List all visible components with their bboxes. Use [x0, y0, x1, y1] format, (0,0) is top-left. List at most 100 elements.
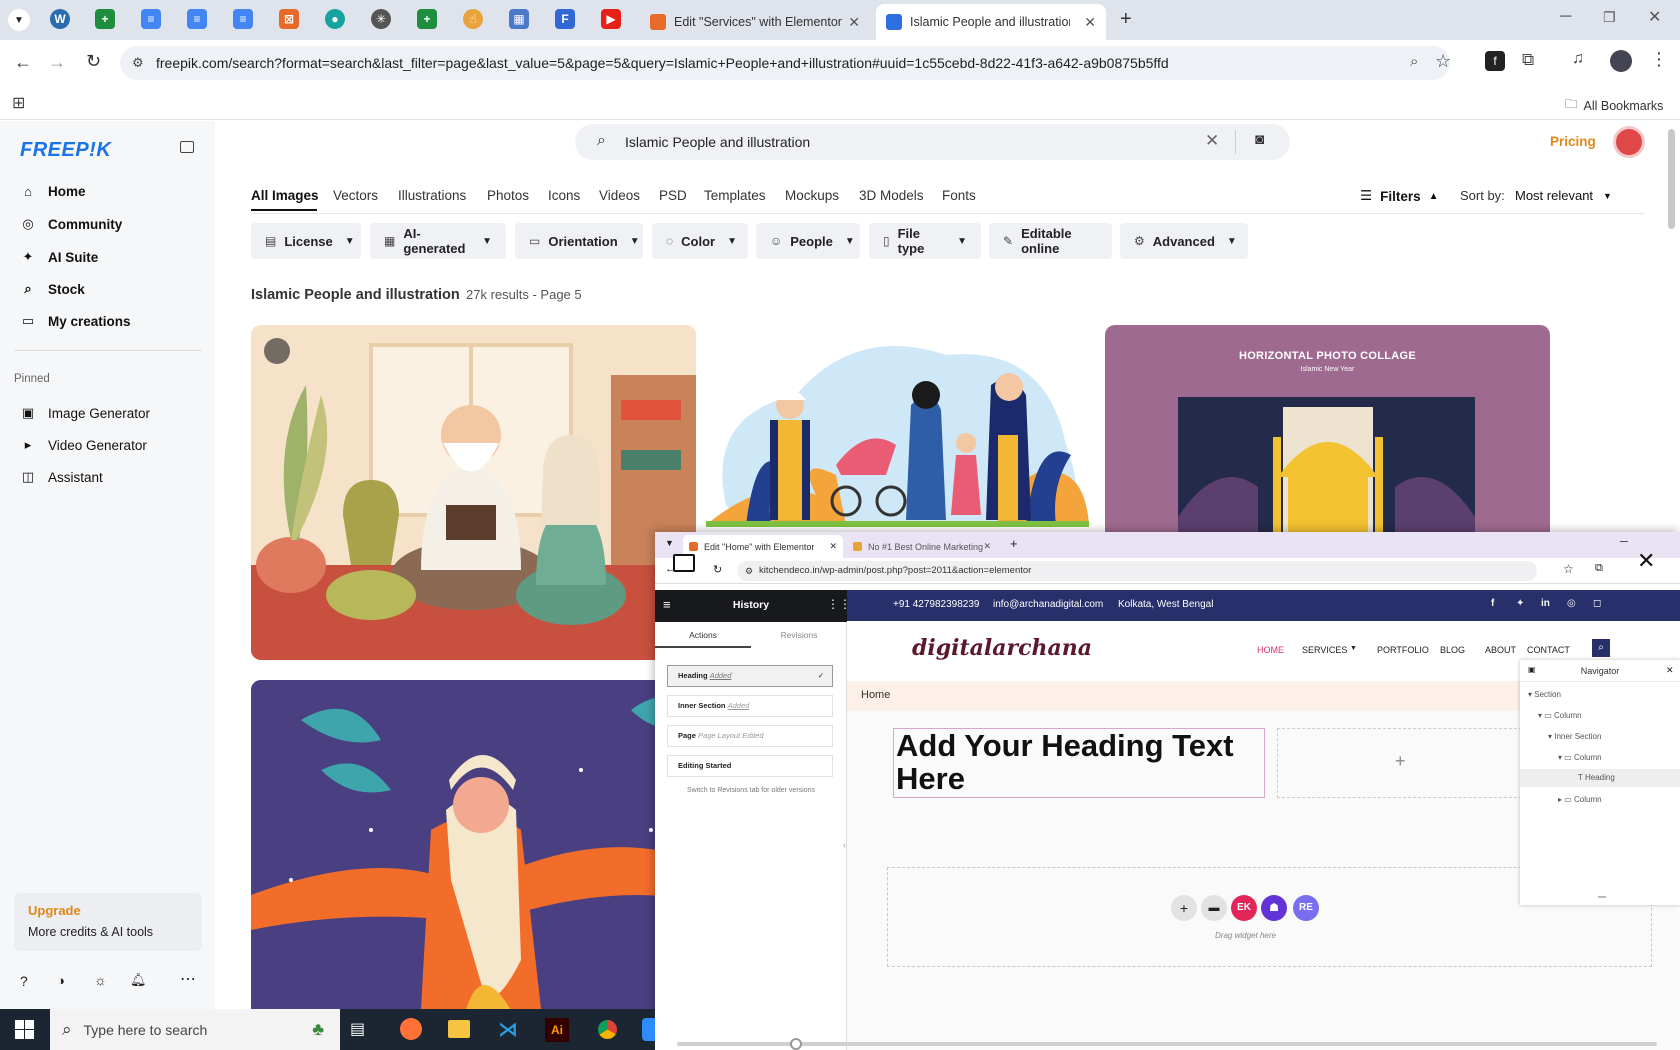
menu-portfolio[interactable]: PORTFOLIO [1377, 645, 1429, 655]
pinned-tab-app-icon[interactable]: ● [325, 9, 345, 29]
extensions-icon[interactable]: ⧉ [1595, 562, 1603, 575]
pip-toggle-icon[interactable] [673, 554, 695, 572]
overlay-tab-search-icon[interactable]: ▼ [665, 538, 674, 548]
pinned-tab-openai-icon[interactable]: ✳ [371, 9, 391, 29]
task-view-icon[interactable]: ▤ [350, 1019, 365, 1039]
royal-elementor-icon[interactable]: RE [1293, 895, 1319, 921]
menu-contact[interactable]: CONTACT [1527, 645, 1570, 655]
seek-bar-knob[interactable] [790, 1038, 802, 1050]
pinned-tab-docs-icon[interactable]: ≡ [187, 9, 207, 29]
filter-ai-generated[interactable]: ▦ AI-generated ▼ [370, 223, 506, 259]
tab-search-button[interactable]: ▼ [8, 9, 30, 31]
pinned-tab-elementor-icon[interactable]: ⊠ [279, 9, 299, 29]
panel-collapse-handle[interactable]: ‹ [843, 840, 846, 850]
tab-photos[interactable]: Photos [487, 188, 529, 203]
close-tab-icon[interactable]: ✕ [1084, 14, 1096, 31]
sidebar-item-video-generator[interactable]: ▸ Video Generator [20, 437, 147, 453]
illustrator-icon[interactable]: Ai [545, 1018, 569, 1042]
site-logo[interactable]: digitalarchana [912, 635, 1092, 661]
navigator-item-section[interactable]: ▾ Section [1528, 690, 1561, 699]
theme-sun-icon[interactable]: ☼ [94, 972, 107, 988]
bookmark-star-icon[interactable]: ☆ [1435, 51, 1451, 72]
sidebar-item-community[interactable]: ◎ Community [20, 216, 122, 232]
camera-search-icon[interactable]: ◙ [1255, 131, 1264, 148]
facebook-icon[interactable]: f [1491, 598, 1494, 609]
taskbar-search-box[interactable]: ⌕ Type here to search ♣ [50, 1009, 340, 1050]
new-tab-button[interactable]: + [1120, 8, 1132, 31]
browser-menu-icon[interactable]: ⋮ [1650, 49, 1668, 70]
add-widget-plus-icon[interactable]: + [1395, 751, 1406, 772]
template-library-folder-icon[interactable]: ▬ [1201, 895, 1227, 921]
tab-freepik-search[interactable]: Islamic People and illustration ✕ [876, 4, 1106, 40]
filter-color[interactable]: ◌ Color ▼ [652, 223, 748, 259]
windows-start-icon[interactable] [15, 1020, 34, 1039]
history-item-heading[interactable]: Heading Added ✓ [667, 665, 833, 687]
overlay-address-bar[interactable]: ⚙ kitchendeco.in/wp-admin/post.php?post=… [737, 561, 1537, 581]
zoom-app-icon[interactable] [642, 1018, 655, 1041]
reload-button[interactable]: ↻ [713, 563, 722, 576]
filter-people[interactable]: ☺ People ▼ [756, 223, 860, 259]
pinned-tab-sheets-icon[interactable]: + [417, 9, 437, 29]
file-explorer-icon[interactable] [448, 1020, 470, 1038]
panel-tab-revisions[interactable]: Revisions [751, 630, 847, 640]
sidebar-item-my-creations[interactable]: ▭ My creations [20, 313, 131, 329]
history-item-inner-section[interactable]: Inner Section Added [667, 695, 833, 717]
navigator-resize-handle[interactable] [1598, 896, 1606, 898]
navigator-item-column[interactable]: ▾ ▭ Column [1558, 753, 1602, 762]
close-tab-icon[interactable]: ✕ [983, 541, 991, 552]
address-bar[interactable]: ⚙ freepik.com/search?format=search&last_… [120, 46, 1450, 80]
tab-fonts[interactable]: Fonts [942, 188, 976, 203]
history-item-editing-started[interactable]: Editing Started [667, 755, 833, 777]
result-image-family-reading[interactable] [251, 325, 696, 660]
close-overlay-button[interactable]: ✕ [1637, 550, 1661, 574]
navigator-item-inner-section[interactable]: ▾ Inner Section [1548, 732, 1601, 741]
sidebar-item-assistant[interactable]: ◫ Assistant [20, 469, 103, 485]
instagram-icon[interactable]: ◻ [1593, 598, 1601, 609]
new-tab-button[interactable]: + [1010, 536, 1018, 551]
search-bar[interactable]: ⌕ ✕ ◙ [575, 124, 1290, 160]
chrome-icon[interactable] [596, 1018, 619, 1041]
collapse-sidebar-icon[interactable] [180, 141, 194, 153]
pinned-tab-wordpress-icon[interactable]: W [50, 9, 70, 29]
heading-widget[interactable]: Add Your Heading Text Here [893, 728, 1265, 798]
close-window-button[interactable]: ✕ [1648, 7, 1661, 27]
empty-column[interactable]: + [1277, 728, 1527, 798]
tab-mockups[interactable]: Mockups [785, 188, 839, 203]
apps-grid-icon[interactable]: ⊞ [12, 93, 25, 113]
help-icon[interactable]: ? [20, 973, 28, 989]
site-search-button[interactable]: ⌕ [1592, 639, 1610, 657]
forward-button[interactable]: → [48, 52, 66, 73]
notifications-bell-icon[interactable]: 🔔︎ [130, 972, 147, 988]
extensions-puzzle-icon[interactable]: ⧉ [1522, 50, 1534, 70]
reload-button[interactable]: ↻ [86, 51, 101, 72]
search-input[interactable] [625, 130, 1165, 154]
pinned-tab-docs-icon[interactable]: ≡ [233, 9, 253, 29]
menu-about[interactable]: ABOUT [1485, 645, 1516, 655]
filter-orientation[interactable]: ▭ Orientation ▼ [515, 223, 643, 259]
minimize-window-button[interactable]: ─ [1620, 536, 1628, 548]
tab-psd[interactable]: PSD [659, 188, 687, 203]
sort-dropdown[interactable]: Most relevant ▼ [1515, 188, 1612, 203]
site-info-icon[interactable]: ⚙ [745, 561, 753, 581]
overlay-tab-marketing[interactable]: No #1 Best Online Marketing A ✕ [847, 535, 997, 558]
close-navigator-icon[interactable]: ✕ [1666, 665, 1674, 676]
tab-all-images[interactable]: All Images [251, 188, 319, 203]
filter-advanced[interactable]: ⚙ Advanced ▼ [1120, 223, 1248, 259]
tab-elementor-services[interactable]: Edit "Services" with Elementor ✕ [640, 4, 870, 40]
result-image-woman-open-arms[interactable] [251, 680, 696, 1009]
firefox-icon[interactable] [400, 1018, 422, 1040]
sidebar-item-image-generator[interactable]: ▣ Image Generator [20, 405, 150, 421]
twitter-icon[interactable]: ✦ [1516, 598, 1524, 609]
tab-templates[interactable]: Templates [704, 188, 766, 203]
restore-window-button[interactable]: ❐ [1603, 9, 1616, 26]
sidebar-item-stock[interactable]: ⌕ Stock [20, 281, 84, 297]
panel-tab-actions[interactable]: Actions [655, 630, 751, 648]
menu-blog[interactable]: BLOG [1440, 645, 1465, 655]
minimize-window-button[interactable]: ─ [1560, 8, 1571, 26]
more-options-icon[interactable]: ⋯ [180, 969, 196, 989]
vscode-icon[interactable]: ⋊ [498, 1017, 518, 1042]
extension-icon[interactable]: f [1485, 51, 1505, 71]
close-tab-icon[interactable]: ✕ [829, 541, 837, 552]
linkedin-icon[interactable]: in [1541, 598, 1550, 609]
overlay-tab-elementor-home[interactable]: Edit "Home" with Elementor ✕ [683, 535, 843, 558]
